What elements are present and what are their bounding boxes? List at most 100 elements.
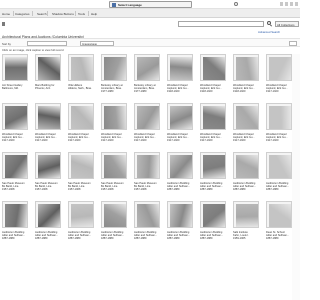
result-tile[interactable]: Auditorium Building Adler and Sullivan...…: [101, 201, 133, 249]
collection-scope-select[interactable]: All Collections: [275, 21, 299, 27]
result-thumbnail[interactable]: [266, 201, 292, 228]
nav-help[interactable]: Help: [91, 12, 97, 16]
language-selector[interactable]: Select Language: [109, 1, 192, 8]
print-icon[interactable]: [290, 2, 293, 6]
result-tile[interactable]: Woodland Chapel Asplund, Erik Gu... 1918-1…: [167, 54, 199, 102]
result-tile[interactable]: Woodland Chapel Asplund, Erik Gu... 1917-1…: [68, 103, 100, 151]
result-caption[interactable]: Woodland Chapel Asplund, Erik Gu... 1917-1…: [167, 133, 198, 143]
result-caption[interactable]: Woodland Chapel Asplund, Erik Gu... 1917-1…: [200, 133, 231, 143]
result-thumbnail[interactable]: [233, 103, 259, 130]
result-caption[interactable]: Auditorium Building Adler and Sullivan...…: [233, 182, 264, 192]
result-caption[interactable]: Villa Hildens Hildens, Neth., Bras.: [68, 84, 99, 90]
result-caption[interactable]: Sao Paulo Museum Bo Bardi, Lina 1957-1968: [2, 182, 33, 192]
result-caption[interactable]: Woodland Chapel Asplund, Erik Gu... 1917-1…: [35, 133, 66, 143]
result-thumbnail[interactable]: [167, 103, 193, 130]
result-tile[interactable]: Auditorium Building Adler and Sullivan...…: [134, 201, 166, 249]
result-thumbnail[interactable]: [101, 201, 127, 228]
result-tile[interactable]: Woodland Chapel Asplund, Erik Gu... 1918-1…: [233, 54, 265, 102]
result-thumbnail[interactable]: [134, 152, 160, 179]
result-tile[interactable]: Auditorium Building Adler and Sullivan...…: [233, 152, 265, 200]
result-thumbnail[interactable]: [134, 103, 160, 130]
result-tile[interactable]: Woodland Chapel Asplund, Erik Gu... 1917-1…: [134, 103, 166, 151]
result-caption[interactable]: Auditorium Building Adler and Sullivan...…: [68, 231, 99, 241]
result-caption[interactable]: Sao Paulo Museum Bo Bardi, Lina 1957-1968: [35, 182, 66, 192]
result-caption[interactable]: Ant Street Gallery Baltimore, Md.: [2, 84, 33, 90]
result-caption[interactable]: Woodland Chapel Asplund, Erik Gu... 1917-1…: [233, 133, 264, 143]
result-tile[interactable]: Berkeley Library at Amsterdam, Bras. 1977-…: [134, 54, 166, 102]
sort-select[interactable]: [27, 41, 67, 46]
result-caption[interactable]: Woodland Chapel Asplund, Erik Gu... 1917-1…: [68, 133, 99, 143]
result-caption[interactable]: Sao Paulo Museum Bo Bardi, Lina 1957-1968: [101, 182, 132, 192]
result-tile[interactable]: Sao Paulo Museum Bo Bardi, Lina 1957-1968: [2, 152, 34, 200]
result-thumbnail[interactable]: [2, 152, 28, 179]
images-per-page-select[interactable]: Images/page: [80, 41, 114, 46]
nav-search[interactable]: Search: [37, 12, 47, 16]
result-tile[interactable]: Mars Building for Phoenix, Ariz.: [35, 54, 67, 102]
result-tile[interactable]: Sao Paulo Museum Bo Bardi, Lina 1957-1968: [101, 152, 133, 200]
result-thumbnail[interactable]: [233, 54, 259, 81]
gear-icon[interactable]: [234, 2, 238, 6]
result-caption[interactable]: Woodland Chapel Asplund, Erik Gu... 1918-1…: [200, 84, 231, 94]
result-thumbnail[interactable]: [266, 152, 292, 179]
result-thumbnail[interactable]: [101, 152, 127, 179]
result-thumbnail[interactable]: [266, 103, 292, 130]
result-thumbnail[interactable]: [68, 54, 94, 81]
result-thumbnail[interactable]: [134, 54, 160, 81]
nav-shadow-buttons[interactable]: Shadow Buttons: [52, 12, 74, 16]
result-tile[interactable]: Sao Paulo Museum Bo Bardi, Lina 1957-1968: [68, 152, 100, 200]
result-caption[interactable]: Auditorium Building Adler and Sullivan...…: [200, 182, 231, 192]
result-caption[interactable]: Auditorium Building Adler and Sullivan...…: [101, 231, 132, 241]
result-thumbnail[interactable]: [167, 201, 193, 228]
result-caption[interactable]: Woodland Chapel Asplund, Erik Gu... 1917-1…: [2, 133, 33, 143]
result-tile[interactable]: Salk Institute Kahn, Louis I. 1959-1965: [233, 201, 265, 249]
result-thumbnail[interactable]: [134, 201, 160, 228]
result-caption[interactable]: Auditorium Building Adler and Sullivan...…: [200, 231, 231, 241]
result-caption[interactable]: Salk Institute Kahn, Louis I. 1959-1965: [233, 231, 264, 241]
result-thumbnail[interactable]: [68, 103, 94, 130]
advanced-search-link[interactable]: Advanced Search: [258, 30, 280, 34]
result-thumbnail[interactable]: [2, 103, 28, 130]
page-number-input[interactable]: [289, 41, 297, 46]
result-tile[interactable]: Berkeley Library at Amsterdam, Bras. 1977-…: [101, 54, 133, 102]
result-thumbnail[interactable]: [233, 152, 259, 179]
result-caption[interactable]: Woodland Chapel Asplund, Erik Gu... 1918-1…: [233, 84, 264, 94]
result-caption[interactable]: Woodland Chapel Asplund, Erik Gu... 1917-1…: [101, 133, 132, 143]
result-caption[interactable]: Woodland Chapel Asplund, Erik Gu... 1917-1…: [134, 133, 165, 143]
result-thumbnail[interactable]: [266, 54, 292, 81]
result-thumbnail[interactable]: [68, 201, 94, 228]
result-tile[interactable]: Woodland Chapel Asplund, Erik Gu... 1917-1…: [101, 103, 133, 151]
result-tile[interactable]: Woodland Chapel Asplund, Erik Gu... 1917-1…: [2, 103, 34, 151]
result-caption[interactable]: Berkeley Library at Amsterdam, Bras. 1977-…: [101, 84, 132, 94]
close-icon[interactable]: [295, 2, 298, 6]
search-button[interactable]: [266, 21, 273, 27]
result-thumbnail[interactable]: [167, 54, 193, 81]
result-tile[interactable]: Auditorium Building Adler and Sullivan...…: [167, 201, 199, 249]
result-thumbnail[interactable]: [200, 54, 226, 81]
result-tile[interactable]: Auditorium Building Adler and Sullivan...…: [200, 152, 232, 200]
result-tile[interactable]: Woodland Chapel Asplund, Erik Gu... 1917-1…: [200, 103, 232, 151]
nav-home[interactable]: Home: [2, 12, 10, 16]
result-caption[interactable]: Mars Building for Phoenix, Ariz.: [35, 84, 66, 90]
result-thumbnail[interactable]: [35, 201, 61, 228]
result-caption[interactable]: Sao Paulo Museum Bo Bardi, Lina 1957-1968: [134, 182, 165, 192]
result-caption[interactable]: Auditorium Building Adler and Sullivan...…: [2, 231, 33, 241]
nav-categories[interactable]: Categories: [15, 12, 30, 16]
result-thumbnail[interactable]: [35, 54, 61, 81]
result-tile[interactable]: Woodland Chapel Asplund, Erik Gu... 1917-1…: [35, 103, 67, 151]
result-thumbnail[interactable]: [35, 103, 61, 130]
result-thumbnail[interactable]: [167, 152, 193, 179]
result-caption[interactable]: Woodland Chapel Asplund, Erik Gu... 1918-1…: [167, 84, 198, 94]
result-tile[interactable]: Villa Hildens Hildens, Neth., Bras.: [68, 54, 100, 102]
result-tile[interactable]: Woodland Chapel Asplund, Erik Gu... 1917-1…: [167, 103, 199, 151]
result-tile[interactable]: Woodland Chapel Asplund, Erik Gu... 1917-1…: [233, 103, 265, 151]
result-tile[interactable]: Ant Street Gallery Baltimore, Md.: [2, 54, 34, 102]
result-tile[interactable]: Auditorium Building Adler and Sullivan...…: [167, 152, 199, 200]
result-tile[interactable]: Auditorium Building Adler and Sullivan...…: [68, 201, 100, 249]
result-thumbnail[interactable]: [200, 152, 226, 179]
result-tile[interactable]: Auditorium Building Adler and Sullivan...…: [2, 201, 34, 249]
result-thumbnail[interactable]: [101, 103, 127, 130]
result-tile[interactable]: Woodland Chapel Asplund, Erik Gu... 1918-1…: [200, 54, 232, 102]
result-thumbnail[interactable]: [200, 201, 226, 228]
result-thumbnail[interactable]: [101, 54, 127, 81]
result-thumbnail[interactable]: [200, 103, 226, 130]
